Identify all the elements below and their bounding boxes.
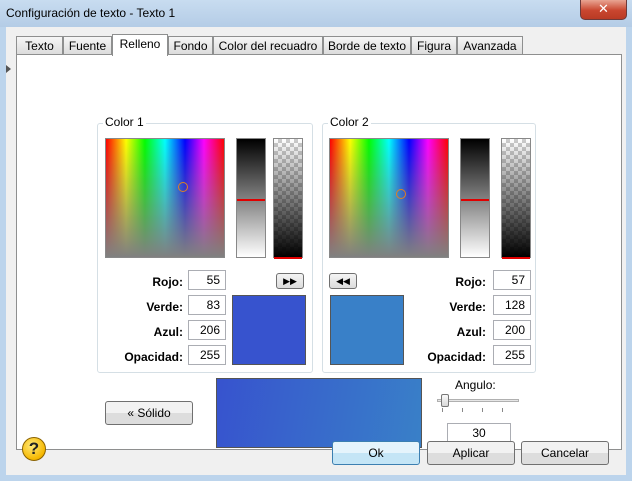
collapse-arrow-icon[interactable] — [6, 65, 11, 73]
gradient-preview — [216, 378, 422, 448]
tab-color-del-recuadro[interactable]: Color del recuadro — [213, 36, 323, 54]
tab-texto[interactable]: Texto — [16, 36, 63, 54]
color1-opacidad-input[interactable]: 255 — [188, 345, 226, 365]
color1-azul-input[interactable]: 206 — [188, 320, 226, 340]
color2-opacidad-label: Opacidad: — [427, 350, 486, 364]
angle-input[interactable]: 30 — [447, 423, 511, 443]
color1-brightness-indicator[interactable] — [237, 199, 265, 201]
color1-verde-label: Verde: — [146, 300, 183, 314]
color1-rojo-input[interactable]: 55 — [188, 270, 226, 290]
cancel-button[interactable]: Cancelar — [521, 441, 609, 465]
color1-label: Color 1 — [103, 115, 146, 129]
color2-verde-label: Verde: — [449, 300, 486, 314]
color2-azul-input[interactable]: 200 — [493, 320, 531, 340]
color2-picker-marker[interactable] — [396, 189, 406, 199]
tab-relleno[interactable]: Relleno — [112, 34, 168, 56]
color2-opacity-slider[interactable] — [501, 138, 531, 259]
color2-opacidad-input[interactable]: 255 — [493, 345, 531, 365]
close-icon: ✕ — [598, 1, 609, 16]
relleno-panel: Color 1 Rojo: 55 Verde: 83 Azul: 206 Opa… — [16, 54, 622, 450]
tab-fuente[interactable]: Fuente — [63, 36, 112, 54]
color2-brightness-indicator[interactable] — [461, 199, 489, 201]
solid-button[interactable]: « Sólido — [105, 401, 193, 425]
tab-fondo[interactable]: Fondo — [168, 36, 213, 54]
color2-brightness-slider[interactable] — [460, 138, 490, 258]
color2-hue-saturation-picker[interactable] — [329, 138, 449, 258]
color2-label: Color 2 — [328, 115, 371, 129]
color1-swatch — [232, 295, 306, 365]
title-bar[interactable]: Configuración de texto - Texto 1 ✕ — [0, 0, 632, 27]
color2-opacity-indicator[interactable] — [502, 257, 530, 259]
apply-button[interactable]: Aplicar — [427, 441, 515, 465]
tab-borde-de-texto[interactable]: Borde de texto — [323, 36, 411, 54]
window-title: Configuración de texto - Texto 1 — [6, 6, 176, 20]
color2-rojo-input[interactable]: 57 — [493, 270, 531, 290]
double-right-arrow-icon: ▶▶ — [283, 276, 297, 286]
double-left-arrow-icon: ◀◀ — [336, 276, 350, 286]
color1-opacidad-label: Opacidad: — [124, 350, 183, 364]
color2-azul-label: Azul: — [456, 325, 486, 339]
angle-slider-thumb[interactable] — [441, 394, 449, 407]
color1-hue-saturation-picker[interactable] — [105, 138, 225, 258]
tab-figura[interactable]: Figura — [411, 36, 457, 54]
angle-label: Angulo: — [455, 378, 496, 392]
copy-color1-to-color2-button[interactable]: ▶▶ — [276, 273, 304, 289]
color2-verde-input[interactable]: 128 — [493, 295, 531, 315]
dialog-client: Texto Fuente Relleno Fondo Color del rec… — [6, 27, 626, 475]
dialog-window: Configuración de texto - Texto 1 ✕ Texto… — [0, 0, 632, 481]
color1-opacity-indicator[interactable] — [274, 257, 302, 259]
close-button[interactable]: ✕ — [580, 0, 627, 20]
color2-rojo-label: Rojo: — [455, 275, 486, 289]
tab-avanzada[interactable]: Avanzada — [457, 36, 523, 54]
color1-picker-marker[interactable] — [178, 182, 188, 192]
copy-color2-to-color1-button[interactable]: ◀◀ — [329, 273, 357, 289]
ok-button[interactable]: Ok — [332, 441, 420, 465]
color1-brightness-slider[interactable] — [236, 138, 266, 258]
color1-rojo-label: Rojo: — [152, 275, 183, 289]
color1-verde-input[interactable]: 83 — [188, 295, 226, 315]
color1-opacity-slider[interactable] — [273, 138, 303, 259]
color2-swatch — [330, 295, 404, 365]
color1-azul-label: Azul: — [153, 325, 183, 339]
help-icon[interactable]: ? — [22, 437, 46, 461]
